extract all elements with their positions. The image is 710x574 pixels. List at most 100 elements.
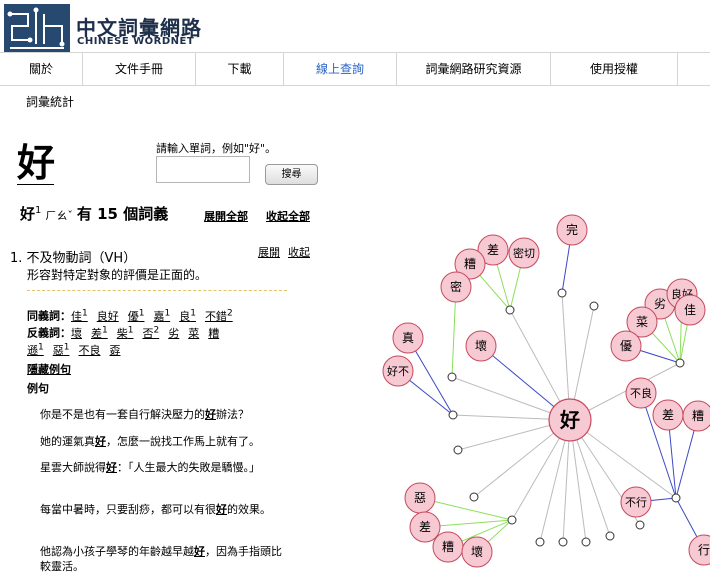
antonym-link[interactable]: 不良 (78, 344, 100, 357)
graph-word-node[interactable]: 優 (610, 330, 642, 362)
graph-word-label: 密切 (513, 246, 535, 260)
expand-all-link[interactable]: 展開全部 (204, 208, 248, 224)
nav-item-online-search[interactable]: 線上查詢 (284, 53, 397, 85)
graph-word-node[interactable]: 佳 (674, 294, 706, 326)
word-summary: 好1 ㄏㄠˇ 有 15 個詞義 (20, 203, 168, 224)
sense-heading: 1. 不及物動詞（VH） (10, 251, 137, 266)
graph-word-node[interactable]: 完 (556, 214, 588, 246)
graph-word-node[interactable]: 不行 (620, 486, 652, 518)
nav-item-license[interactable]: 使用授權 (551, 53, 678, 85)
graph-word-label: 優 (620, 339, 632, 353)
graph-word-label: 惡 (414, 491, 426, 505)
graph-word-node[interactable]: 不良 (625, 377, 657, 409)
graph-center-node[interactable]: 好 (548, 398, 592, 442)
word-relation-graph[interactable]: 完差密切糟密壞真好不劣良好佳菜優不良差糟惡差糟壞不行行好 (370, 190, 710, 571)
synonym-link[interactable]: 良1 (179, 308, 196, 323)
antonym-link[interactable]: 遜1 (27, 342, 44, 357)
graph-hub-node[interactable] (605, 531, 615, 541)
antonym-label: 反義詞： (27, 326, 71, 340)
graph-word-node[interactable]: 差 (409, 511, 441, 543)
search-input[interactable] (156, 156, 250, 183)
graph-word-node[interactable]: 壞 (465, 330, 497, 362)
graph-hub-node[interactable] (469, 492, 479, 502)
subnav-stats[interactable]: 詞彙統計 (26, 93, 74, 110)
graph-word-label: 劣 (654, 297, 666, 311)
nav-item-download[interactable]: 下載 (196, 53, 284, 85)
graph-word-label: 真 (402, 331, 414, 345)
graph-hub-node[interactable] (589, 301, 599, 311)
antonym-link[interactable]: 劣 (168, 327, 179, 340)
antonym-link[interactable]: 壞 (71, 327, 82, 340)
sense-collapse-link[interactable]: 收起 (288, 244, 310, 260)
search-prompt: 請輸入單詞，例如"好"。 (156, 142, 277, 155)
example-sentence: 星雲大師說得好：「人生最大的失敗是驕慢。」 (40, 461, 260, 474)
divider (27, 290, 287, 291)
sense-expand-link[interactable]: 展開 (258, 244, 280, 260)
graph-hub-node[interactable] (635, 520, 645, 530)
logo[interactable] (4, 4, 70, 52)
graph-word-node[interactable]: 差 (652, 399, 684, 431)
antonym-link[interactable]: 孬 (109, 344, 120, 357)
graph-hub-node[interactable] (505, 305, 515, 315)
main-nav: 關於 文件手冊 下載 線上查詢 詞彙網路研究資源 使用授權 (0, 52, 710, 86)
graph-hub-node[interactable] (535, 537, 545, 547)
graph-word-label: 行 (698, 543, 710, 557)
antonym-link[interactable]: 差1 (91, 325, 108, 340)
graph-hub-node[interactable] (557, 288, 567, 298)
antonym-list-cont: 遜1 惡1 不良孬 (27, 339, 129, 359)
logo-subtitle: CHINESE WORDNET (77, 36, 195, 47)
example-sentence: 你是不是也有一套自行解決壓力的好辦法？ (40, 408, 249, 421)
example-sentence: 她的運氣真好，怎麼一說找工作馬上就有了。 (40, 435, 260, 448)
synonym-link[interactable]: 佳1 (71, 308, 88, 323)
graph-word-node[interactable]: 密 (440, 271, 472, 303)
graph-word-label: 差 (487, 243, 499, 257)
graph-word-node[interactable]: 糟 (432, 531, 464, 563)
graph-word-label: 壞 (471, 545, 483, 559)
summary-zhuyin: ㄏㄠˇ (45, 209, 73, 222)
antonym-link[interactable]: 菜 (188, 327, 199, 340)
graph-hub-node[interactable] (675, 358, 685, 368)
graph-word-label: 完 (566, 222, 578, 237)
query-word: 好 (17, 141, 56, 185)
logo-mark-icon (7, 7, 65, 49)
query-word-underline (17, 184, 54, 185)
example-sentence: 每當中暑時，只要刮痧，都可以有很好的效果。 (40, 503, 271, 516)
graph-hub-node[interactable] (447, 372, 457, 382)
graph-canvas[interactable]: 完差 密切糟密壞真好不劣良好佳菜優不良差 糟惡差糟 壞不行行好 (370, 190, 710, 571)
synonym-link[interactable]: 嘉1 (153, 308, 170, 323)
graph-word-node[interactable]: 好不 (382, 355, 414, 387)
synonym-link[interactable]: 不錯2 (205, 308, 233, 323)
summary-count: 有 15 個詞義 (76, 205, 169, 223)
antonym-link[interactable]: 柴1 (117, 325, 134, 340)
graph-word-label: 糟 (442, 539, 454, 554)
graph-hub-node[interactable] (448, 410, 458, 420)
graph-word-label: 差 (419, 520, 431, 534)
synonym-link[interactable]: 優1 (128, 308, 145, 323)
graph-word-label: 密 (450, 279, 462, 294)
graph-word-node[interactable]: 真 (392, 322, 424, 354)
graph-word-node[interactable]: 密切 (508, 237, 540, 269)
antonym-link[interactable]: 否2 (142, 325, 159, 340)
collapse-all-link[interactable]: 收起全部 (266, 208, 310, 224)
hide-examples-link[interactable]: 隱藏例句 (27, 361, 71, 377)
graph-word-node[interactable]: 行 (688, 534, 710, 566)
graph-word-node[interactable]: 糟 (682, 400, 710, 432)
graph-word-node[interactable]: 惡 (404, 482, 436, 514)
graph-hub-node[interactable] (453, 445, 463, 455)
antonym-link[interactable]: 惡1 (53, 342, 70, 357)
graph-hub-node[interactable] (558, 537, 568, 547)
antonym-link[interactable]: 糟 (208, 327, 219, 340)
examples-label: 例句 (27, 382, 49, 395)
synonym-link[interactable]: 良好 (97, 310, 119, 323)
search-button[interactable]: 搜尋 (265, 164, 318, 185)
graph-hub-node[interactable] (507, 515, 517, 525)
nav-item-docs[interactable]: 文件手冊 (83, 53, 196, 85)
nav-item-about[interactable]: 關於 (0, 53, 83, 85)
graph-word-label: 壞 (475, 339, 487, 353)
graph-hub-node[interactable] (581, 537, 591, 547)
graph-word-node[interactable]: 壞 (461, 536, 493, 568)
graph-word-label: 差 (662, 408, 674, 422)
graph-hub-node[interactable] (671, 493, 681, 503)
nav-item-research[interactable]: 詞彙網路研究資源 (397, 53, 551, 85)
graph-word-label: 佳 (684, 303, 696, 317)
